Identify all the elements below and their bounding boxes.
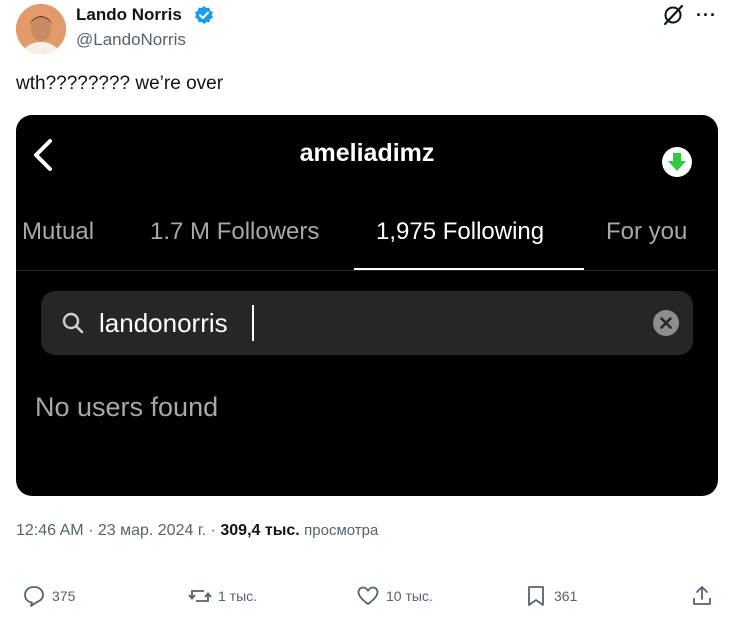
like-count: 10 тыс. [386, 588, 433, 604]
repost-count: 1 тыс. [218, 588, 258, 604]
bookmark-button[interactable]: 361 [524, 584, 577, 608]
tweet-date[interactable]: 23 мар. 2024 г. [98, 522, 206, 539]
grok-icon[interactable] [662, 4, 684, 26]
attached-screenshot[interactable]: ameliadimz Mutual 1.7 M Followers 1,975 … [16, 115, 718, 496]
views-count: 309,4 тыс. [220, 522, 300, 539]
meta-separator: · [88, 522, 94, 539]
tweet-time[interactable]: 12:46 AM [16, 522, 84, 539]
share-icon [693, 586, 711, 605]
avatar[interactable] [16, 4, 66, 54]
tab-followers[interactable]: 1.7 M Followers [150, 218, 319, 246]
tweet-meta: 12:46 AM · 23 мар. 2024 г. · 309,4 тыс. … [16, 522, 378, 540]
like-button[interactable]: 10 тыс. [356, 584, 433, 608]
bookmark-icon [528, 586, 544, 606]
tab-following[interactable]: 1,975 Following [376, 218, 544, 246]
reply-button[interactable]: 375 [22, 584, 75, 608]
author-name[interactable]: Lando Norris [76, 5, 182, 25]
repost-button[interactable]: 1 тыс. [188, 584, 257, 608]
tab-mutual[interactable]: Mutual [22, 218, 94, 246]
reply-count: 375 [52, 588, 76, 604]
active-tab-indicator [354, 268, 584, 270]
like-icon [357, 586, 379, 605]
more-icon[interactable]: ··· [696, 5, 717, 26]
profile-name: ameliadimz [299, 139, 435, 167]
search-input[interactable] [99, 305, 639, 341]
search-bar[interactable] [41, 291, 693, 355]
search-icon [61, 311, 85, 335]
empty-state-message: No users found [35, 392, 219, 422]
author-handle[interactable]: @LandoNorris [76, 30, 186, 50]
tab-for-you[interactable]: For you [606, 218, 687, 246]
views-label: просмотра [304, 522, 379, 539]
reply-icon [24, 586, 44, 607]
meta-separator: · [210, 522, 216, 539]
tabs-divider [16, 270, 718, 271]
text-caret [252, 305, 254, 341]
repost-icon [188, 590, 212, 602]
bookmark-count: 361 [554, 588, 578, 604]
verified-badge-icon [194, 5, 214, 25]
download-icon[interactable] [662, 147, 692, 177]
tweet-text: wth???????? we’re over [16, 73, 224, 94]
clear-icon[interactable] [653, 310, 679, 336]
share-button[interactable] [690, 584, 714, 608]
